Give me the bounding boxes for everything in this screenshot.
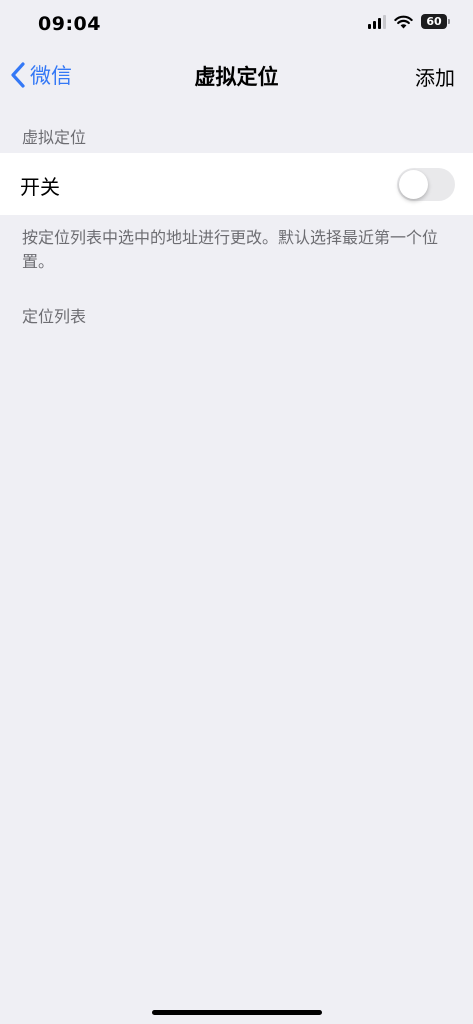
status-icons: 60 [368, 14, 450, 29]
section-header-virtual-location: 虚拟定位 [22, 128, 87, 147]
switch-cell: 开关 [0, 153, 473, 215]
page-title: 虚拟定位 [194, 65, 279, 89]
section-footer-note: 按定位列表中选中的地址进行更改。默认选择最近第一个位置。 [22, 228, 439, 271]
battery-level: 60 [426, 15, 442, 28]
section-header-location-list: 定位列表 [22, 307, 87, 326]
navigation-bar: 微信 虚拟定位 添加 [0, 50, 473, 98]
virtual-location-toggle[interactable] [397, 168, 455, 201]
status-time: 09:04 [38, 13, 101, 35]
battery-icon: 60 [421, 14, 450, 29]
toggle-knob [399, 170, 428, 199]
status-bar: 09:04 60 [0, 0, 473, 50]
switch-label: 开关 [20, 175, 60, 199]
home-indicator [152, 1010, 322, 1015]
cellular-signal-icon [368, 14, 386, 29]
add-button[interactable]: 添加 [415, 62, 455, 91]
wifi-icon [394, 15, 413, 28]
